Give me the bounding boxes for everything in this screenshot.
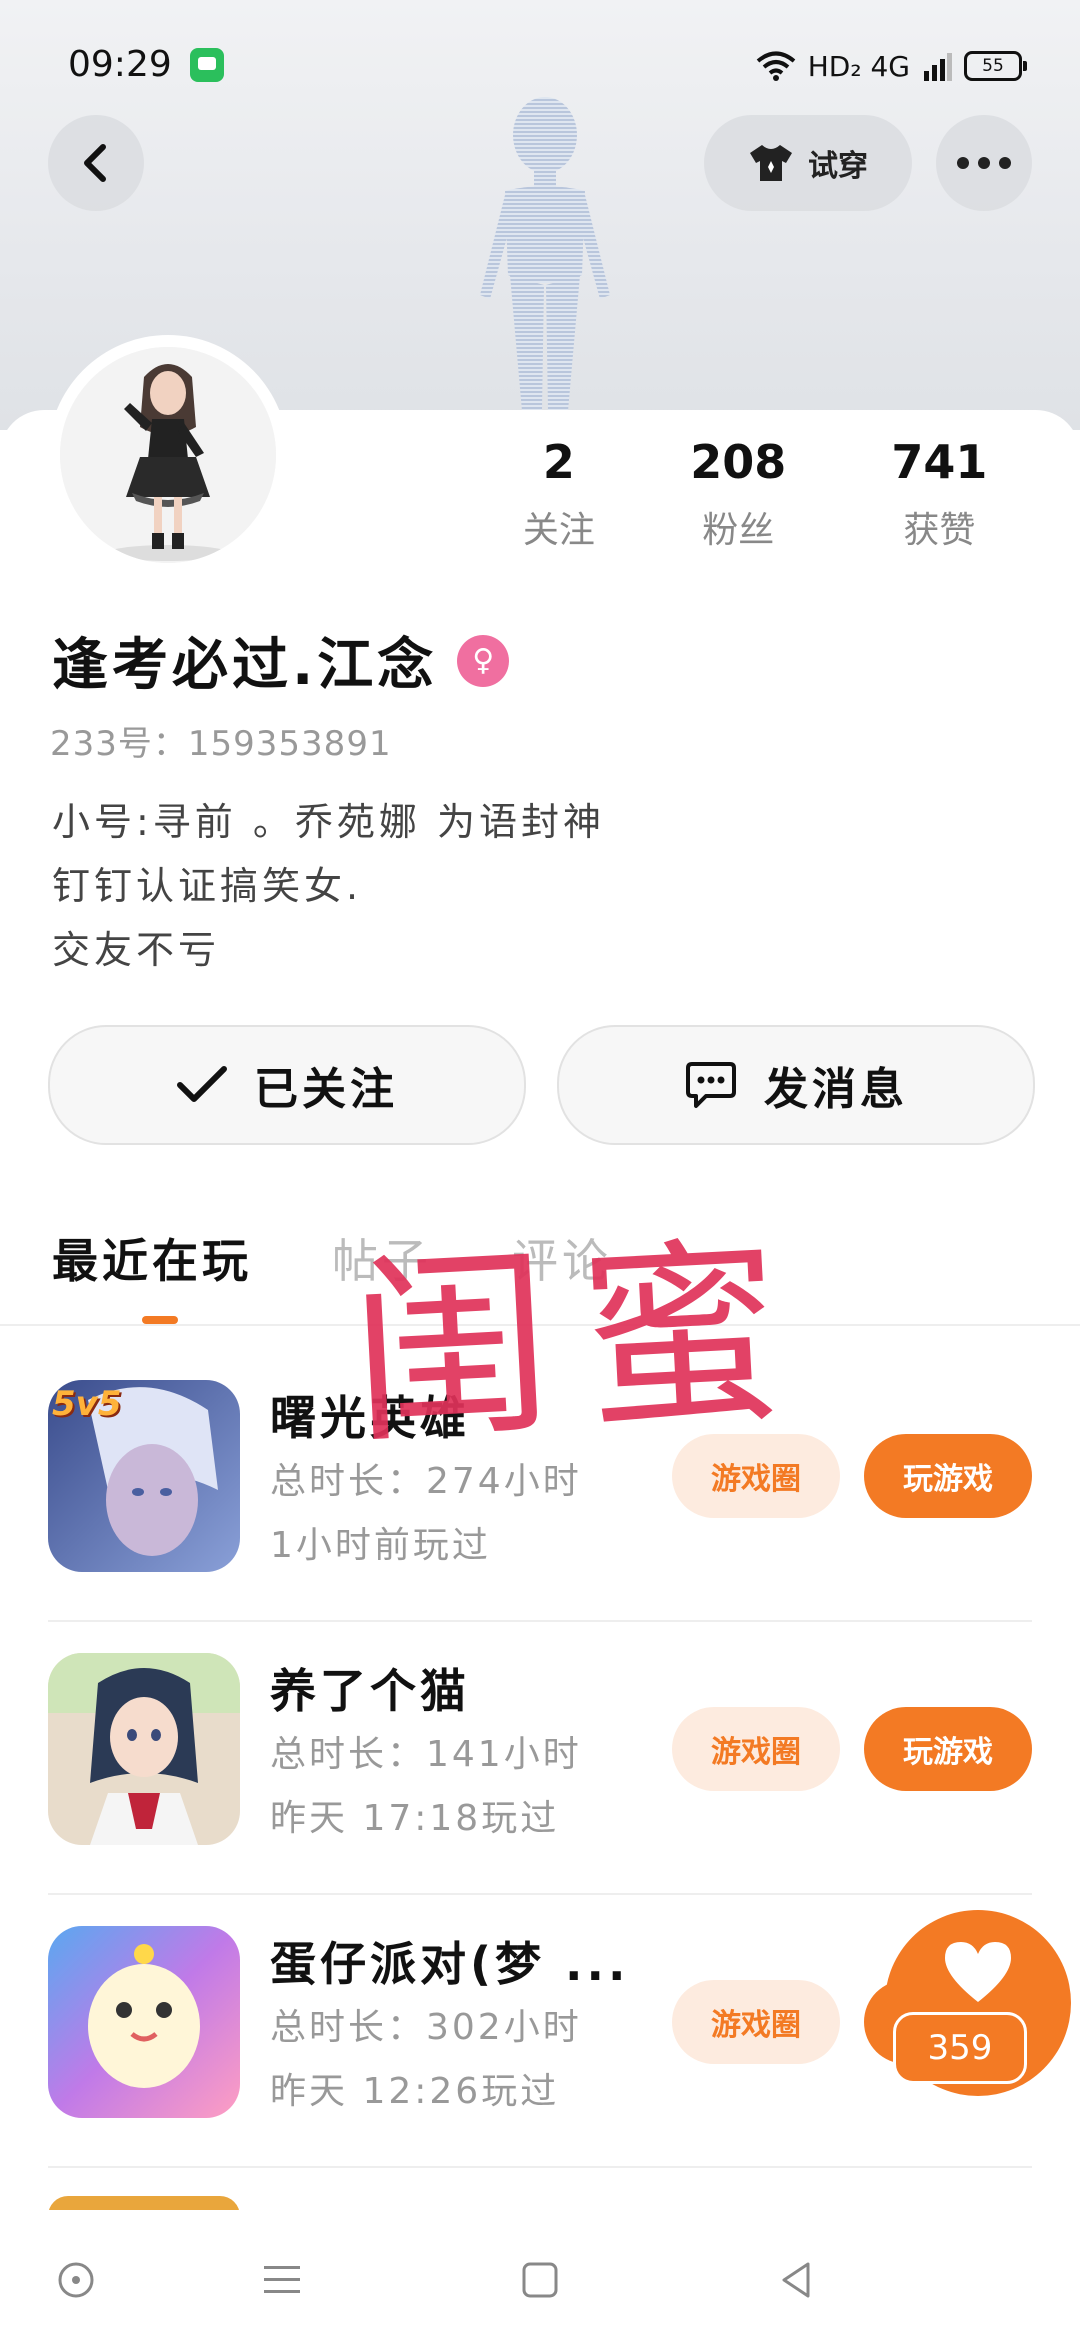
bio-line: 交友不亏: [52, 928, 221, 972]
game-meta: 总时长：302小时 昨天 12:26玩过: [270, 1996, 582, 2124]
game-total-duration: 总时长：141小时: [270, 1734, 582, 1775]
game-badge-5v5: 5v5: [52, 1384, 122, 1424]
nav-back-button[interactable]: [766, 2250, 826, 2310]
system-navigation-bar: [0, 2210, 1080, 2340]
play-game-button[interactable]: 玩游戏: [864, 1434, 1032, 1518]
network-type-label: HD₂ 4G: [807, 49, 910, 83]
watermark-stamp: 闺蜜: [345, 1215, 817, 1472]
game-total-duration: 总时长：302小时: [270, 2007, 582, 2048]
profile-name-row: 逢考必过.江念 ♀: [52, 620, 510, 701]
followed-label: 已关注: [254, 1064, 398, 1115]
stat-following[interactable]: 2 关注: [480, 435, 638, 553]
send-message-button[interactable]: 发消息: [557, 1025, 1035, 1145]
triangle-back-icon: [782, 2262, 810, 2298]
game-cover-art: [48, 1926, 240, 2118]
system-indicators: HD₂ 4G 55: [756, 46, 1027, 86]
status-bar: 09:29 HD₂ 4G 55: [0, 0, 1080, 130]
row-divider: [48, 2166, 1032, 2168]
more-dots-icon: [957, 157, 1011, 169]
profile-stats: 2 关注 208 粉丝 741 获赞: [480, 435, 1040, 553]
nav-home-button[interactable]: [510, 2250, 570, 2310]
stat-label: 关注: [522, 510, 595, 551]
stat-value: 2: [542, 435, 575, 489]
back-button[interactable]: [48, 115, 144, 211]
send-message-label: 发消息: [764, 1064, 908, 1115]
avatar[interactable]: [60, 347, 276, 563]
message-notification-icon: [190, 48, 224, 82]
more-options-button[interactable]: [936, 115, 1032, 211]
profile-name: 逢考必过.江念: [52, 633, 438, 698]
row-divider: [48, 1620, 1032, 1622]
profile-bio: 小号:寻前 。乔苑娜 为语封神 钉钉认证搞笑女. 交友不亏: [52, 790, 605, 982]
followed-button[interactable]: 已关注: [48, 1025, 526, 1145]
profile-user-id[interactable]: 233号：159353891: [50, 716, 392, 765]
game-title: 蛋仔派对(梦 ...: [270, 1937, 630, 1991]
stat-value: 208: [690, 435, 787, 489]
game-icon-eggy-party: [48, 1926, 240, 2118]
nav-menu-button[interactable]: [252, 2250, 312, 2310]
status-time: 09:29: [68, 44, 172, 85]
bio-line: 钉钉认证搞笑女.: [52, 864, 363, 908]
signal-icon: [924, 53, 952, 81]
wifi-icon: [756, 51, 796, 81]
stat-likes[interactable]: 741 获赞: [839, 435, 1040, 553]
avatar-character-image: [60, 347, 276, 563]
stat-label: 获赞: [903, 510, 976, 551]
game-last-played: 昨天 12:26玩过: [270, 2071, 560, 2112]
game-title: 养了个猫: [270, 1664, 470, 1718]
stat-value: 741: [891, 435, 988, 489]
checkmark-icon: [177, 1066, 227, 1102]
try-on-button[interactable]: 试穿: [704, 115, 912, 211]
like-count-badge: 359: [893, 2012, 1027, 2084]
active-tab-indicator: [142, 1316, 178, 1324]
row-divider: [48, 1893, 1032, 1895]
tab-recently-played[interactable]: 最近在玩: [52, 1225, 252, 1291]
stat-followers[interactable]: 208 粉丝: [638, 435, 839, 553]
nav-assistant-button[interactable]: [46, 2250, 106, 2310]
game-circle-button[interactable]: 游戏圈: [672, 1707, 840, 1791]
shirt-icon: [750, 145, 792, 181]
avatar-frame: [48, 335, 288, 575]
menu-icon: [264, 2266, 300, 2293]
chat-bubble-icon: [686, 1062, 736, 1108]
game-meta: 总时长：141小时 昨天 17:18玩过: [270, 1723, 582, 1851]
game-cover-art: [48, 1653, 240, 1845]
game-circle-button[interactable]: 游戏圈: [672, 1980, 840, 2064]
game-icon-dawn-heroes: 5v5: [48, 1380, 240, 1572]
game-icon-raised-a-cat: [48, 1653, 240, 1845]
avatar-3d-hologram: [480, 97, 610, 411]
stat-label: 粉丝: [702, 510, 775, 551]
game-list-item[interactable]: 养了个猫 总时长：141小时 昨天 17:18玩过 游戏圈 玩游戏: [48, 1625, 1032, 1895]
game-last-played: 昨天 17:18玩过: [270, 1798, 560, 1839]
battery-icon: 55: [964, 51, 1027, 81]
play-game-button[interactable]: 玩游戏: [864, 1707, 1032, 1791]
try-on-label: 试穿: [808, 149, 868, 184]
chevron-left-icon: [84, 144, 106, 182]
game-last-played: 1小时前玩过: [270, 1525, 491, 1566]
square-icon: [522, 2262, 558, 2298]
female-gender-icon: ♀: [457, 634, 510, 687]
circle-dot-icon: [58, 2262, 94, 2298]
bio-line: 小号:寻前 。乔苑娜 为语封神: [52, 800, 605, 844]
